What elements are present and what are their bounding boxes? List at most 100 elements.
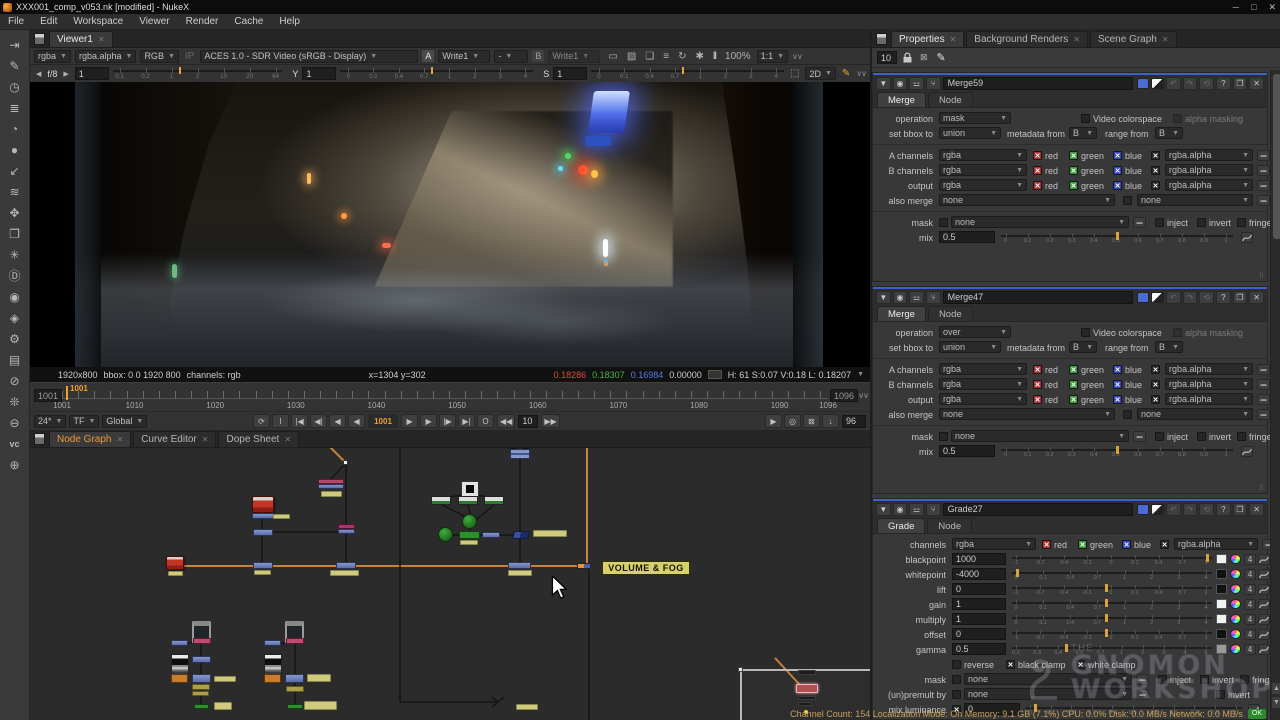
split-rgba-button[interactable]: 4	[1244, 644, 1256, 655]
red-checkbox[interactable]: ✕	[1033, 181, 1042, 190]
alpha-channel-select[interactable]: rgba.alpha▼	[1165, 164, 1253, 176]
blue-checkbox[interactable]: ✕	[1113, 151, 1122, 160]
panel-tab-node[interactable]: Node	[928, 306, 973, 321]
alpha-checkbox[interactable]: ✕	[1151, 151, 1160, 160]
dag-node-monitor[interactable]	[461, 481, 479, 497]
skip-forward-button[interactable]: ▶▶	[541, 414, 559, 428]
record-icon[interactable]: ◎	[784, 414, 801, 428]
bounce-icon[interactable]: I	[272, 414, 289, 428]
dag-sticky-note[interactable]	[214, 702, 232, 710]
animation-curve-button[interactable]	[1258, 584, 1270, 595]
slider-handle[interactable]	[682, 67, 684, 74]
green-checkbox[interactable]: ✕	[1069, 380, 1078, 389]
menu-workspace[interactable]: Workspace	[73, 16, 123, 27]
dag-node-selnode[interactable]	[796, 684, 818, 693]
animation-curve-button[interactable]	[1258, 614, 1270, 625]
channel-more-button[interactable]: ▬	[1257, 180, 1270, 191]
dag-node-olive[interactable]	[192, 684, 210, 690]
mask-select[interactable]: none▼	[964, 673, 1132, 685]
split-rgba-button[interactable]: 4	[1244, 584, 1256, 595]
play-back-icon[interactable]: ◀	[348, 414, 365, 428]
red-checkbox[interactable]: ✕	[1033, 151, 1042, 160]
offset-slider[interactable]: -1-0.7-0.4-0.100.10.40.71	[1012, 628, 1212, 641]
color-icon[interactable]: ◔	[4, 120, 26, 137]
node-color-swatch[interactable]	[1137, 292, 1150, 303]
slider-handle[interactable]	[1105, 629, 1108, 637]
color-wheel-button[interactable]	[1230, 599, 1241, 609]
reverse-checkbox[interactable]	[952, 660, 961, 669]
dag-node-blue[interactable]	[192, 674, 211, 683]
skip-back-button[interactable]: ◀◀	[497, 414, 515, 428]
channel-more-button[interactable]: ▬	[1136, 689, 1149, 700]
layer-select[interactable]: rgba▼	[34, 50, 71, 63]
channel-more-button[interactable]: ▬	[1257, 379, 1270, 390]
color-swatch-button[interactable]	[1216, 569, 1227, 579]
channel-more-button[interactable]: ▬	[1257, 165, 1270, 176]
color-swatch-button[interactable]	[1216, 614, 1227, 624]
channels-select[interactable]: rgba▼	[939, 363, 1027, 375]
menu-file[interactable]: File	[8, 16, 24, 27]
red-checkbox[interactable]: ✕	[1042, 540, 1051, 549]
color-wheel-button[interactable]	[1230, 569, 1241, 579]
dag-sticky-note[interactable]	[321, 491, 342, 497]
collapse-panel-icon[interactable]: ▼	[876, 503, 891, 516]
zoom-level[interactable]: 100%	[723, 51, 753, 62]
animation-curve-button[interactable]	[1258, 569, 1270, 580]
blue-checkbox[interactable]: ✕	[1122, 540, 1131, 549]
pane-menu-icon[interactable]	[34, 33, 45, 45]
float-panel-icon[interactable]: ❐	[1233, 291, 1248, 304]
slider-handle[interactable]	[1206, 554, 1209, 562]
dag-sticky-note[interactable]	[273, 514, 290, 519]
dag-node-pinkbar[interactable]	[193, 638, 211, 644]
time-icon[interactable]: ◷	[4, 78, 26, 95]
download-icon[interactable]: ↓	[822, 414, 839, 428]
gizmo-export-icon[interactable]: ⑂	[926, 503, 941, 516]
timeline-overflow-icon[interactable]: ∨∨	[858, 391, 868, 400]
lock-range-icon[interactable]: ⊠	[803, 414, 820, 428]
green-checkbox[interactable]: ✕	[1069, 395, 1078, 404]
alpha-channel-select[interactable]: rgba.alpha▼	[1165, 179, 1253, 191]
center-node-icon[interactable]: ◉	[893, 503, 908, 516]
gamma-display-icon[interactable]: ❏	[643, 51, 656, 62]
also-merge-checkbox[interactable]	[1123, 410, 1132, 419]
dag-node-blue[interactable]	[171, 640, 188, 646]
invert-checkbox[interactable]	[1197, 432, 1206, 441]
undo-icon[interactable]: ↶	[1166, 77, 1181, 90]
timeline-ruler[interactable]: 1001101010201030104010501060107010801090…	[62, 386, 828, 410]
green-checkbox[interactable]: ✕	[1078, 540, 1087, 549]
slider-handle[interactable]	[1105, 599, 1108, 607]
tab-background-renders[interactable]: Background Renders✕	[966, 31, 1088, 47]
dag-sticky-note[interactable]	[307, 674, 331, 682]
also-merge-checkbox[interactable]	[1123, 196, 1132, 205]
float-panel-icon[interactable]: ❐	[1233, 503, 1248, 516]
red-checkbox[interactable]: ✕	[1033, 380, 1042, 389]
gain-slider[interactable]: 00.10.40.71234	[1012, 598, 1212, 611]
mix-input[interactable]: 0.5	[939, 445, 995, 457]
tf-select[interactable]: TF▼	[69, 415, 99, 428]
alpha-channel-select[interactable]: rgba.alpha▼	[1165, 149, 1253, 161]
revert-icon[interactable]: ⟲	[1199, 77, 1214, 90]
ocio-icon[interactable]: ⊘	[4, 372, 26, 389]
animation-curve-button[interactable]	[1241, 232, 1253, 243]
roi-icon[interactable]: ▨	[625, 51, 638, 62]
channels-select[interactable]: rgba▼	[939, 149, 1027, 161]
channel-more-button[interactable]: ▬	[1257, 150, 1270, 161]
channel-more-button[interactable]: ▬	[1262, 539, 1270, 550]
also-merge-channel-select[interactable]: none▼	[1137, 194, 1253, 206]
offset-input[interactable]: 0	[952, 628, 1006, 640]
mask-checkbox[interactable]	[939, 432, 948, 441]
views-icon[interactable]: ◉	[4, 288, 26, 305]
invert-checkbox[interactable]	[1200, 675, 1209, 684]
alpha-masking-checkbox[interactable]	[1173, 114, 1182, 123]
color-swatch-button[interactable]	[1216, 584, 1227, 594]
menu-render[interactable]: Render	[186, 16, 219, 27]
multiply-input[interactable]: 1	[952, 613, 1006, 625]
image-icon[interactable]: ⇥	[4, 36, 26, 53]
exposure-next-icon[interactable]: ▶	[61, 70, 70, 78]
color-wheel-button[interactable]	[1230, 554, 1241, 564]
animation-curve-button[interactable]	[1258, 629, 1270, 640]
a-input-select[interactable]: Write1▼	[438, 50, 490, 63]
color-swatch-button[interactable]	[1216, 644, 1227, 654]
dag-node-red3d[interactable]	[252, 496, 274, 513]
undo-icon[interactable]: ↶	[1166, 291, 1181, 304]
